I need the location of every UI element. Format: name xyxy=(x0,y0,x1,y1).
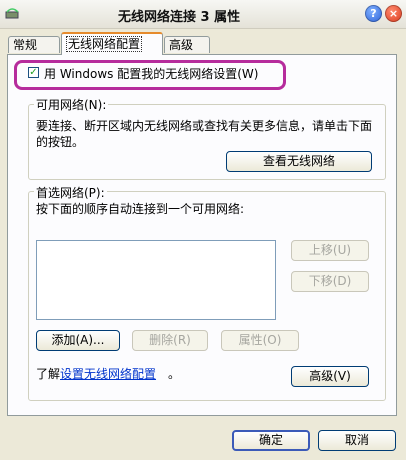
close-button[interactable]: × xyxy=(385,5,402,22)
tab-general[interactable]: 常规 xyxy=(8,36,60,53)
title-bar[interactable]: 无线网络连接 3 属性 ? × xyxy=(0,0,406,29)
window-title: 无线网络连接 3 属性 xyxy=(118,10,241,25)
properties-dialog: 无线网络连接 3 属性 ? × 常规 无线网络配置 高级 ✓ 用 Windows… xyxy=(0,0,406,460)
tab-wireless-config-label: 无线网络配置 xyxy=(66,36,143,52)
close-icon: × xyxy=(388,7,399,20)
network-properties-button[interactable]: 属性(O) xyxy=(221,330,299,351)
available-networks-description: 要连接、断开区域内无线网络或查找有关更多信息，请单击下面的按钮。 xyxy=(36,119,373,149)
move-up-button[interactable]: 上移(U) xyxy=(291,240,369,261)
advanced-button[interactable]: 高级(V) xyxy=(291,366,369,387)
learn-wireless-config-link[interactable]: 设置无线网络配置 xyxy=(60,366,156,382)
tab-wireless-config[interactable]: 无线网络配置 xyxy=(61,32,163,55)
use-windows-config-checkbox[interactable]: ✓ xyxy=(28,67,39,78)
cancel-button[interactable]: 取消 xyxy=(318,430,396,451)
learn-prefix: 了解 xyxy=(36,367,61,381)
learn-suffix: 。 xyxy=(168,367,181,381)
tab-strip: 常规 无线网络配置 高级 xyxy=(0,30,406,55)
move-down-button[interactable]: 下移(D) xyxy=(291,271,369,292)
help-button[interactable]: ? xyxy=(365,5,382,22)
available-networks-title: 可用网络(N): xyxy=(34,96,109,113)
add-network-button[interactable]: 添加(A)... xyxy=(36,330,120,351)
remove-network-button[interactable]: 删除(R) xyxy=(132,330,208,351)
preferred-networks-description: 按下面的顺序自动连接到一个可用网络: xyxy=(36,202,245,216)
preferred-networks-title: 首选网络(P): xyxy=(34,184,107,201)
use-windows-config-label[interactable]: 用 Windows 配置我的无线网络设置(W) xyxy=(44,65,258,82)
help-icon: ? xyxy=(370,7,377,20)
network-connection-icon xyxy=(5,8,19,19)
tab-advanced[interactable]: 高级 xyxy=(164,36,210,53)
ok-button[interactable]: 确定 xyxy=(232,430,310,451)
checkmark-icon: ✓ xyxy=(29,66,38,78)
preferred-networks-list[interactable] xyxy=(36,240,276,320)
view-wireless-networks-button[interactable]: 查看无线网络 xyxy=(226,151,372,172)
